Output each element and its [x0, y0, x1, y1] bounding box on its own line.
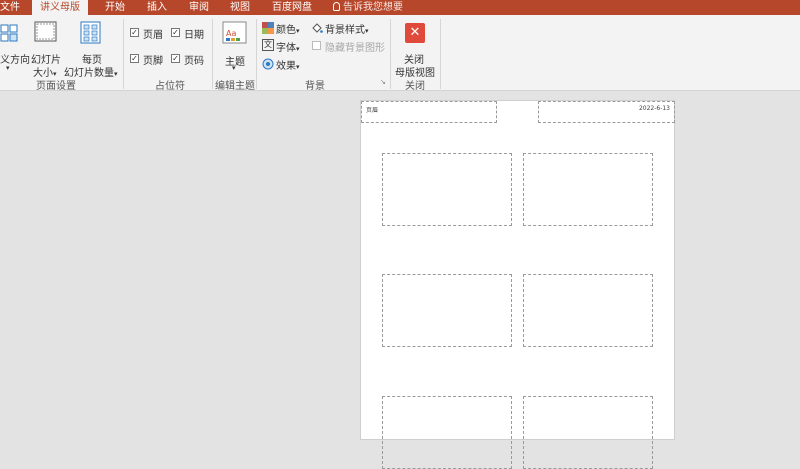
handout-orientation-button[interactable]: 义方向 ▾ — [0, 19, 30, 73]
colors-label-text: 颜色 — [276, 25, 296, 36]
svg-text:Aa: Aa — [226, 29, 236, 38]
tab-file[interactable]: 文件 — [0, 0, 20, 15]
slide-thumbnail-placeholder[interactable] — [523, 153, 653, 226]
background-styles-label: 背景样式▾ — [325, 21, 369, 36]
footer-checkbox-label: 页脚 — [143, 56, 163, 67]
date-placeholder-text: 2022-6-13 — [638, 105, 670, 112]
slides-per-page-icon — [80, 21, 101, 44]
header-placeholder-text: 页眉 — [366, 107, 379, 114]
colors-button[interactable]: 颜色▾ — [262, 21, 308, 36]
group-label-edit-theme: 编辑主题 — [215, 81, 255, 92]
tab-insert[interactable]: 插入 — [147, 0, 167, 15]
slides-per-page-button[interactable]: 每页 幻灯片数量▾ — [62, 19, 120, 79]
group-label-page-setup: 页面设置 — [36, 81, 76, 92]
fonts-label: 字体▾ — [276, 39, 300, 54]
orientation-label: 义方向 — [0, 55, 30, 66]
checkbox-checked-icon: ✓ — [171, 28, 180, 37]
slide-thumbnail-placeholder[interactable] — [382, 153, 512, 226]
effects-button[interactable]: 效果▾ — [262, 57, 308, 72]
slide-thumbnail-placeholder[interactable] — [523, 274, 653, 347]
slide-thumbnail-placeholder[interactable] — [382, 274, 512, 347]
tab-home[interactable]: 开始 — [105, 0, 125, 15]
background-styles-button[interactable]: 背景样式▾ — [311, 21, 377, 36]
ribbon-tab-bar: 文件 讲义母版 开始 插入 审阅 视图 百度网盘 告诉我您想要 — [0, 0, 800, 15]
hide-background-checkbox[interactable]: 隐藏背景图形 — [311, 39, 387, 54]
tab-review[interactable]: 审阅 — [189, 0, 209, 15]
checkbox-checked-icon: ✓ — [171, 54, 180, 63]
close-icon: ✕ — [405, 23, 425, 43]
date-checkbox[interactable]: ✓ 日期 — [171, 26, 207, 41]
slide-thumbnail-placeholder[interactable] — [382, 396, 512, 469]
chevron-down-icon: ▾ — [296, 27, 300, 35]
chevron-down-icon: ▾ — [296, 45, 300, 53]
chevron-down-icon: ▾ — [296, 63, 300, 71]
checkbox-checked-icon: ✓ — [130, 54, 139, 63]
date-placeholder[interactable]: 2022-6-13 — [538, 101, 675, 123]
group-separator — [390, 19, 391, 89]
paint-bucket-icon — [312, 23, 323, 33]
background-styles-label-text: 背景样式 — [325, 25, 365, 36]
group-separator — [123, 19, 124, 89]
group-separator — [440, 19, 441, 89]
slide-size-icon — [34, 21, 57, 42]
handout-master-page[interactable]: 页眉 2022-6-13 — [360, 100, 675, 469]
checkbox-unchecked-icon — [312, 41, 321, 50]
header-checkbox-label: 页眉 — [143, 30, 163, 41]
theme-icon: Aa — [222, 21, 247, 44]
slide-thumbnail-placeholder[interactable] — [523, 396, 653, 469]
hide-background-label: 隐藏背景图形 — [325, 43, 385, 54]
colors-label: 颜色▾ — [276, 21, 300, 36]
colors-icon — [262, 22, 274, 34]
tab-handout-master[interactable]: 讲义母版 — [32, 0, 88, 15]
header-checkbox[interactable]: ✓ 页眉 — [130, 26, 166, 41]
close-master-view-button[interactable]: ✕ 关闭 母版视图 — [394, 19, 436, 79]
fonts-button[interactable]: 文 字体▾ — [262, 39, 308, 54]
header-placeholder[interactable]: 页眉 — [361, 101, 497, 123]
effects-icon — [262, 58, 274, 70]
group-label-placeholders: 占位符 — [155, 81, 185, 92]
fonts-icon: 文 — [262, 39, 274, 51]
chevron-down-icon: ▾ — [232, 64, 236, 72]
footer-checkbox[interactable]: ✓ 页脚 — [130, 52, 166, 67]
tab-view[interactable]: 视图 — [230, 0, 250, 15]
page-number-checkbox-label: 页码 — [184, 56, 204, 67]
tell-me-search[interactable]: 告诉我您想要 — [333, 0, 403, 15]
chevron-down-icon: ▾ — [6, 64, 10, 72]
group-label-close: 关闭 — [405, 81, 425, 92]
theme-button[interactable]: Aa 主题 ▾ — [218, 19, 252, 73]
ribbon: 义方向 ▾ 幻灯片 大小▾ 每页 幻灯片数量▾ 页面设置 ✓ 页眉 ✓ 日期 ✓… — [0, 15, 800, 92]
group-label-background: 背景 — [305, 81, 325, 92]
fonts-label-text: 字体 — [276, 43, 296, 54]
tell-me-label: 告诉我您想要 — [343, 2, 403, 13]
chevron-down-icon: ▾ — [365, 27, 369, 35]
page-number-checkbox[interactable]: ✓ 页码 — [171, 52, 207, 67]
checkbox-checked-icon: ✓ — [130, 28, 139, 37]
slide-size-button[interactable]: 幻灯片 大小▾ — [31, 19, 61, 79]
tab-baidu-netdisk[interactable]: 百度网盘 — [272, 0, 312, 15]
group-separator — [212, 19, 213, 89]
group-separator — [256, 19, 257, 89]
effects-label-text: 效果 — [276, 61, 296, 72]
date-checkbox-label: 日期 — [184, 30, 204, 41]
chevron-down-icon: ▾ — [114, 70, 118, 78]
dialog-launcher-icon[interactable]: ↘ — [380, 78, 386, 86]
effects-label: 效果▾ — [276, 57, 300, 72]
orientation-icon — [0, 24, 18, 42]
lightbulb-icon — [333, 2, 340, 11]
